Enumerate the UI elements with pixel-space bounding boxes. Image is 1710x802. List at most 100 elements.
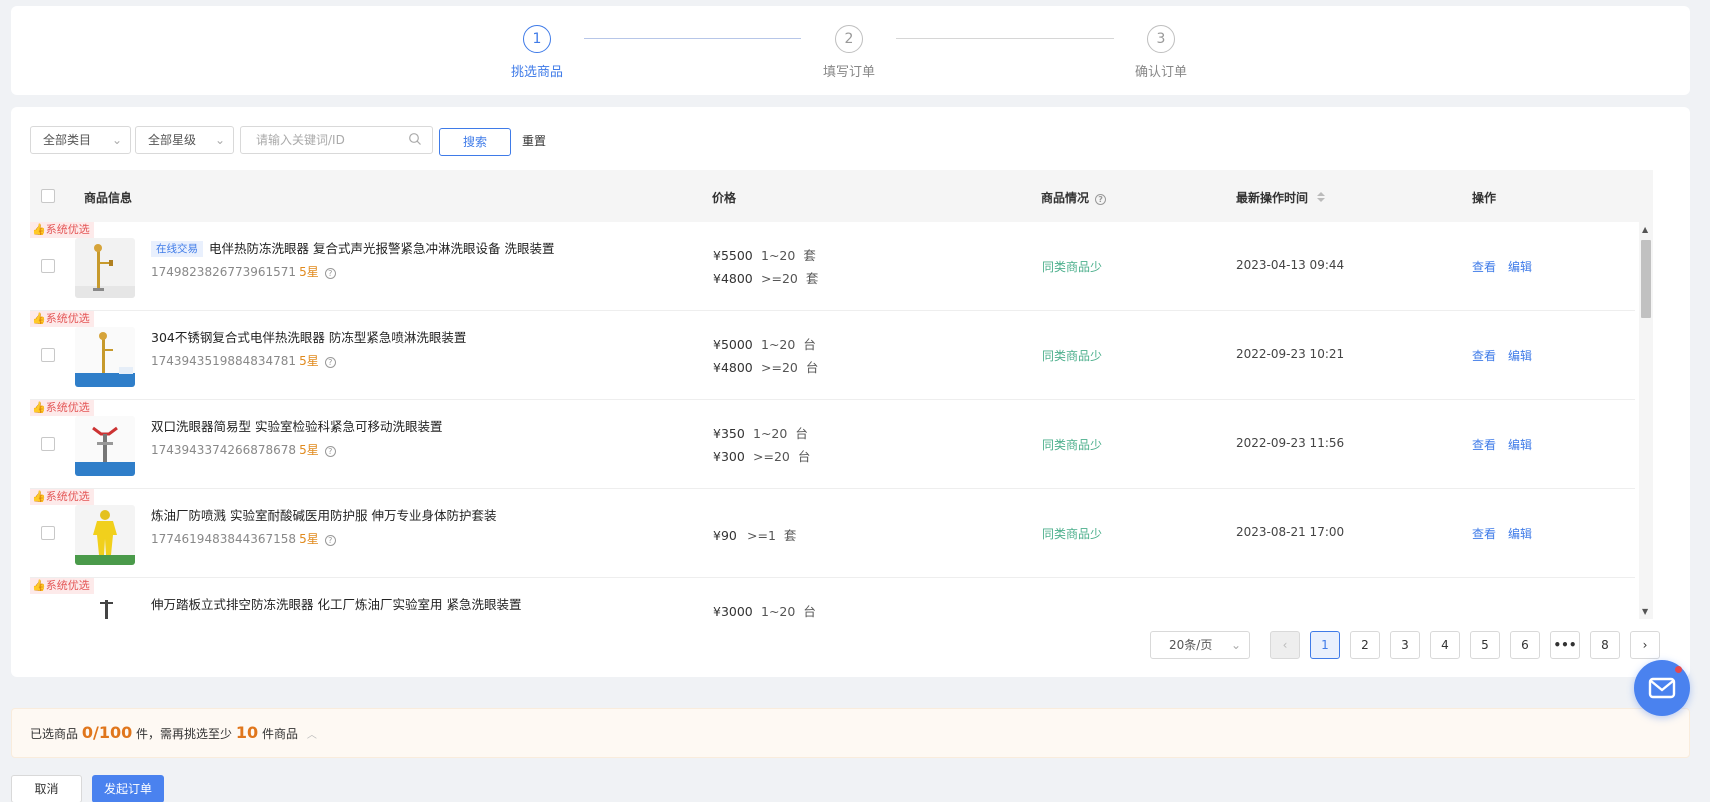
product-list-card: 全部类目 ⌄ 全部星级 ⌄ 搜索 重置 商品信息 价格 商品情况? 最新操作时间 [11, 107, 1690, 677]
page-1-button[interactable]: 1 [1310, 631, 1340, 659]
step-1-label: 挑选商品 [510, 65, 563, 80]
price-tier: ¥4800 >=20 套 [713, 268, 818, 287]
edit-link[interactable]: 编辑 [1508, 260, 1532, 274]
price-unit: 台 [805, 360, 819, 375]
scroll-up-icon[interactable]: ▲ [1642, 225, 1648, 234]
last-operated-time: 2023-04-13 09:44 [1236, 258, 1345, 272]
product-thumbnail[interactable] [75, 327, 135, 387]
price-unit: 套 [805, 271, 819, 286]
prev-page-button[interactable]: ‹ [1270, 631, 1300, 659]
star-level: 5星 [299, 532, 319, 546]
row-checkbox[interactable] [41, 348, 55, 362]
row-checkbox[interactable] [41, 437, 55, 451]
search-icon [409, 133, 421, 145]
system-pick-label: 系统优选 [45, 579, 90, 592]
help-icon[interactable]: ? [324, 357, 336, 368]
price-tier: ¥350 1~20 台 [713, 423, 808, 442]
view-link[interactable]: 查看 [1472, 260, 1496, 274]
price-tier: ¥5500 1~20 套 [713, 245, 816, 264]
product-title[interactable]: 伸万踏板立式排空防冻洗眼器 化工厂炼油厂实验室用 紧急洗眼装置 [151, 594, 521, 613]
help-icon[interactable]: ? [324, 268, 336, 279]
price-tier: ¥4800 >=20 台 [713, 357, 818, 376]
product-id: 1743943519884834781 [151, 354, 297, 368]
eyewash-product-image [75, 594, 135, 619]
summary-prefix: 已选商品 [30, 727, 79, 741]
product-thumbnail[interactable] [75, 505, 135, 565]
edit-link[interactable]: 编辑 [1508, 349, 1532, 363]
help-icon[interactable]: ? [324, 535, 336, 546]
chevron-down-icon: ⌄ [1230, 638, 1241, 652]
row-checkbox[interactable] [41, 259, 55, 273]
system-pick-badge: 👍系统优选 [30, 400, 94, 416]
scrollbar-thumb[interactable] [1641, 240, 1651, 318]
edit-link[interactable]: 编辑 [1508, 438, 1532, 452]
header-price: 价格 [712, 191, 737, 205]
search-button[interactable]: 搜索 [439, 128, 511, 156]
sort-icon[interactable] [1316, 191, 1326, 203]
chevron-up-icon[interactable]: ︿ [307, 730, 317, 741]
submit-order-button[interactable]: 发起订单 [92, 775, 164, 802]
system-pick-badge: 👍系统优选 [30, 222, 94, 238]
price-range: 1~20 [761, 604, 796, 619]
reset-button[interactable]: 重置 [522, 128, 546, 156]
edit-link[interactable]: 编辑 [1508, 527, 1532, 541]
product-table: 商品信息 价格 商品情况? 最新操作时间 操作 👍系统优选 在线交易 电伴热防冻… [30, 170, 1653, 619]
step-3: 3 确认订单 [1101, 25, 1221, 80]
last-operated-time: 2022-09-23 10:21 [1236, 347, 1345, 361]
page-3-button[interactable]: 3 [1390, 631, 1420, 659]
level-select[interactable]: 全部星级 ⌄ [135, 126, 234, 154]
selection-summary[interactable]: 已选商品 0/100 件，需再挑选至少 10 件商品 ︿ [11, 708, 1690, 758]
product-title[interactable]: 304不锈钢复合式电伴热洗眼器 防冻型紧急喷淋洗眼装置 [151, 327, 466, 346]
price-range: >=1 [747, 528, 776, 543]
page-4-button[interactable]: 4 [1430, 631, 1460, 659]
row-checkbox[interactable] [41, 526, 55, 540]
system-pick-badge: 👍系统优选 [30, 578, 94, 594]
category-select[interactable]: 全部类目 ⌄ [30, 126, 131, 154]
product-thumbnail[interactable] [75, 238, 135, 298]
star-level: 5星 [299, 265, 319, 279]
step-connector-1 [584, 38, 801, 39]
star-level: 5星 [299, 443, 319, 457]
step-2-label: 填写订单 [822, 65, 875, 80]
price-unit: 台 [795, 426, 808, 441]
table-scrollbar[interactable]: ▲ ▼ [1639, 222, 1653, 619]
page-size-select[interactable]: 20条/页 ⌄ [1150, 631, 1250, 659]
header-operations: 操作 [1472, 191, 1497, 205]
product-status: 同类商品少 [1042, 349, 1103, 363]
select-all-checkbox[interactable] [41, 189, 55, 203]
product-title[interactable]: 在线交易 电伴热防冻洗眼器 复合式声光报警紧急冲淋洗眼设备 洗眼装置 [151, 238, 554, 257]
next-page-button[interactable]: › [1630, 631, 1660, 659]
help-icon[interactable]: ? [324, 446, 336, 457]
row-operations: 查看 编辑 [1472, 436, 1544, 453]
view-link[interactable]: 查看 [1472, 527, 1496, 541]
product-title[interactable]: 双口洗眼器简易型 实验室检验科紧急可移动洗眼装置 [151, 416, 442, 435]
page-8-button[interactable]: 8 [1590, 631, 1620, 659]
view-link[interactable]: 查看 [1472, 349, 1496, 363]
price-unit: 套 [803, 248, 816, 263]
message-button[interactable] [1634, 660, 1690, 716]
more-pages-button[interactable]: ••• [1550, 631, 1580, 659]
product-thumbnail[interactable] [75, 416, 135, 476]
price-range: 1~20 [761, 248, 796, 263]
product-id: 1743943374266878678 [151, 443, 297, 457]
search-input[interactable] [256, 127, 406, 153]
step-3-number: 3 [1147, 25, 1175, 53]
price-range: >=20 [753, 449, 790, 464]
summary-middle-text: 件，需再挑选至少 [136, 727, 233, 741]
table-row: 👍系统优选 伸万踏板立式排空防冻洗眼器 化工厂炼油厂实验室用 紧急洗眼装置 ¥3… [30, 578, 1635, 619]
step-1-number: 1 [523, 25, 551, 53]
page-2-button[interactable]: 2 [1350, 631, 1380, 659]
help-icon[interactable]: ? [1095, 194, 1107, 205]
price-value: ¥5500 [713, 248, 753, 263]
product-thumbnail[interactable] [75, 594, 135, 619]
page-5-button[interactable]: 5 [1470, 631, 1500, 659]
header-time[interactable]: 最新操作时间 [1236, 189, 1326, 206]
row-operations: 查看 编辑 [1472, 347, 1544, 364]
product-title[interactable]: 炼油厂防喷溅 实验室耐酸碱医用防护服 伸万专业身体防护套装 [151, 505, 496, 524]
eyewash-product-image [75, 238, 135, 298]
scroll-down-icon[interactable]: ▼ [1642, 607, 1648, 616]
step-connector-2 [896, 38, 1114, 39]
cancel-button[interactable]: 取消 [11, 775, 82, 802]
page-6-button[interactable]: 6 [1510, 631, 1540, 659]
view-link[interactable]: 查看 [1472, 438, 1496, 452]
